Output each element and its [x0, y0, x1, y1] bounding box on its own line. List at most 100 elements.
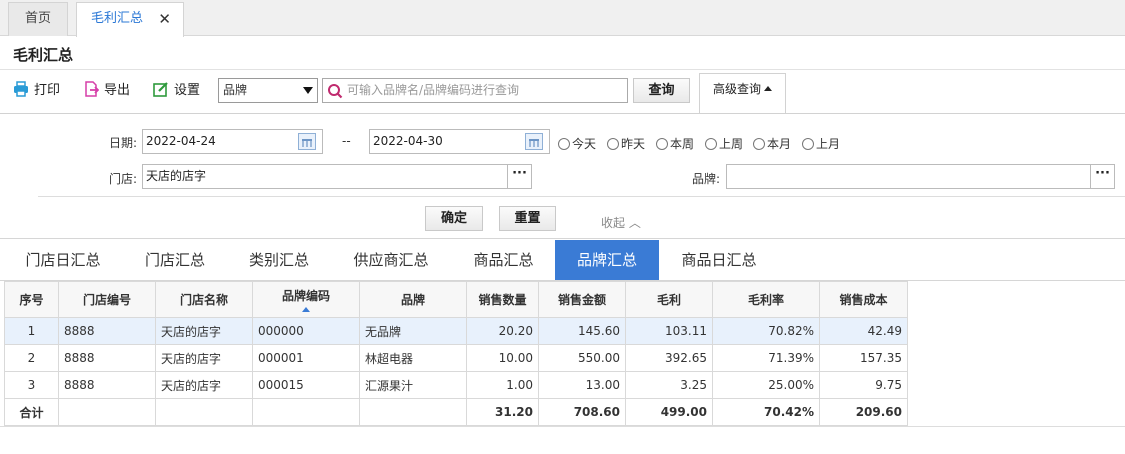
- radio-label: 昨天: [621, 137, 646, 151]
- column-header[interactable]: 门店编号: [58, 281, 156, 318]
- table-cell: 3.25: [625, 371, 713, 399]
- print-label: 打印: [34, 83, 61, 98]
- table-cell: 天店的店字: [155, 317, 253, 345]
- export-button[interactable]: 导出: [83, 80, 130, 102]
- tab-brand[interactable]: 品牌汇总: [555, 240, 659, 280]
- table-row[interactable]: 3 8888 天店的店字 000015 汇源果汁 1.00 13.00 3.25…: [4, 371, 908, 399]
- tab-supplier[interactable]: 供应商汇总: [330, 240, 452, 280]
- table-cell: 8888: [58, 344, 156, 372]
- table-cell: 145.60: [538, 317, 626, 345]
- table-cell: 550.00: [538, 344, 626, 372]
- tab-store[interactable]: 门店汇总: [122, 240, 228, 280]
- radio-today[interactable]: 今天: [558, 135, 596, 152]
- column-header[interactable]: 门店名称: [155, 281, 253, 318]
- tab-product[interactable]: 商品汇总: [452, 240, 555, 280]
- radio-circle: [705, 138, 717, 150]
- radio-label: 今天: [572, 137, 597, 151]
- table-cell: 000015: [252, 371, 360, 399]
- radio-label: 上月: [816, 137, 841, 151]
- more-button[interactable]: ···: [1090, 165, 1114, 188]
- table-cell: 8888: [58, 371, 156, 399]
- column-header[interactable]: 销售成本: [819, 281, 908, 318]
- radio-this-week[interactable]: 本周: [656, 135, 694, 152]
- divider: [0, 238, 1125, 239]
- search-icon: [328, 84, 343, 99]
- table-header-row: 序号 门店编号 门店名称 品牌编码 品牌 销售数量 销售金额 毛利 毛利率 销售…: [4, 281, 908, 318]
- search-type-select[interactable]: 品牌: [218, 78, 318, 103]
- date-from-value: 2022-04-24: [146, 134, 216, 148]
- tab-store-daily[interactable]: 门店日汇总: [4, 240, 122, 280]
- column-header[interactable]: 序号: [4, 281, 59, 318]
- caret-up-icon: [764, 86, 772, 91]
- table-cell: [58, 398, 156, 426]
- tab-product-daily[interactable]: 商品日汇总: [659, 240, 779, 280]
- date-to-input[interactable]: 2022-04-30: [369, 129, 550, 154]
- divider: [0, 113, 1125, 114]
- table-row[interactable]: 1 8888 天店的店字 000000 无品牌 20.20 145.60 103…: [4, 317, 908, 345]
- close-icon[interactable]: ✕: [158, 3, 171, 35]
- total-cell: 708.60: [538, 398, 626, 426]
- column-header[interactable]: 毛利: [625, 281, 713, 318]
- table-cell: 无品牌: [359, 317, 467, 345]
- date-from-input[interactable]: 2022-04-24: [142, 129, 323, 154]
- table-cell: 1: [4, 317, 59, 345]
- column-header[interactable]: 品牌: [359, 281, 467, 318]
- column-header[interactable]: 销售金额: [538, 281, 626, 318]
- sort-ascending-icon: [302, 307, 310, 312]
- column-header-label: 品牌编码: [281, 289, 330, 303]
- divider: [0, 69, 1125, 70]
- collapse-toggle[interactable]: 收起 ︿: [601, 214, 641, 231]
- brand-label: 品牌:: [692, 172, 721, 186]
- settings-button[interactable]: 设置: [153, 80, 200, 102]
- total-label: 合计: [4, 398, 59, 426]
- store-label: 门店:: [109, 172, 138, 186]
- table-row[interactable]: 2 8888 天店的店字 000001 林超电器 10.00 550.00 39…: [4, 344, 908, 372]
- radio-this-month[interactable]: 本月: [753, 135, 791, 152]
- radio-label: 本周: [670, 137, 695, 151]
- tab-gross-profit-summary[interactable]: 毛利汇总 ✕: [76, 2, 184, 37]
- divider: [38, 196, 1125, 197]
- table-cell: 103.11: [625, 317, 713, 345]
- tab-label: 毛利汇总: [91, 11, 144, 26]
- confirm-button[interactable]: 确定: [425, 206, 483, 231]
- brand-input[interactable]: ···: [726, 164, 1115, 189]
- table-cell: 9.75: [819, 371, 908, 399]
- column-header[interactable]: 销售数量: [466, 281, 539, 318]
- store-value: 天店的店字: [146, 169, 207, 183]
- query-button[interactable]: 查询: [633, 78, 690, 103]
- settings-label: 设置: [174, 83, 201, 98]
- edit-settings-icon: [153, 82, 168, 97]
- calendar-icon[interactable]: [525, 133, 543, 150]
- radio-circle: [753, 138, 765, 150]
- advanced-query-label: 高级查询: [712, 82, 761, 96]
- table-cell: 71.39%: [712, 344, 820, 372]
- calendar-icon[interactable]: [298, 133, 316, 150]
- search-input[interactable]: 可输入品牌名/品牌编码进行查询: [322, 78, 628, 103]
- radio-last-month[interactable]: 上月: [802, 135, 840, 152]
- table-cell: 10.00: [466, 344, 539, 372]
- table-cell: [252, 398, 360, 426]
- table-cell: 13.00: [538, 371, 626, 399]
- export-label: 导出: [104, 83, 131, 98]
- table-cell: 000000: [252, 317, 360, 345]
- date-to-value: 2022-04-30: [373, 134, 443, 148]
- column-header-sorted[interactable]: 品牌编码: [252, 281, 360, 318]
- advanced-query-toggle[interactable]: 高级查询: [699, 73, 786, 114]
- table-cell: 1.00: [466, 371, 539, 399]
- radio-label: 本月: [767, 137, 792, 151]
- more-button[interactable]: ···: [507, 165, 531, 188]
- radio-last-week[interactable]: 上周: [705, 135, 743, 152]
- radio-label: 上周: [719, 137, 744, 151]
- column-header[interactable]: 毛利率: [712, 281, 820, 318]
- summary-table: 序号 门店编号 门店名称 品牌编码 品牌 销售数量 销售金额 毛利 毛利率 销售…: [4, 281, 908, 426]
- tab-home[interactable]: 首页: [8, 2, 68, 36]
- print-button[interactable]: 打印: [13, 80, 60, 102]
- reset-button[interactable]: 重置: [499, 206, 556, 231]
- tab-category[interactable]: 类别汇总: [228, 240, 330, 280]
- table-cell: 70.82%: [712, 317, 820, 345]
- total-cell: 209.60: [819, 398, 908, 426]
- date-label: 日期:: [109, 136, 138, 150]
- radio-yesterday[interactable]: 昨天: [607, 135, 645, 152]
- store-input[interactable]: 天店的店字 ···: [142, 164, 532, 189]
- table-cell: 8888: [58, 317, 156, 345]
